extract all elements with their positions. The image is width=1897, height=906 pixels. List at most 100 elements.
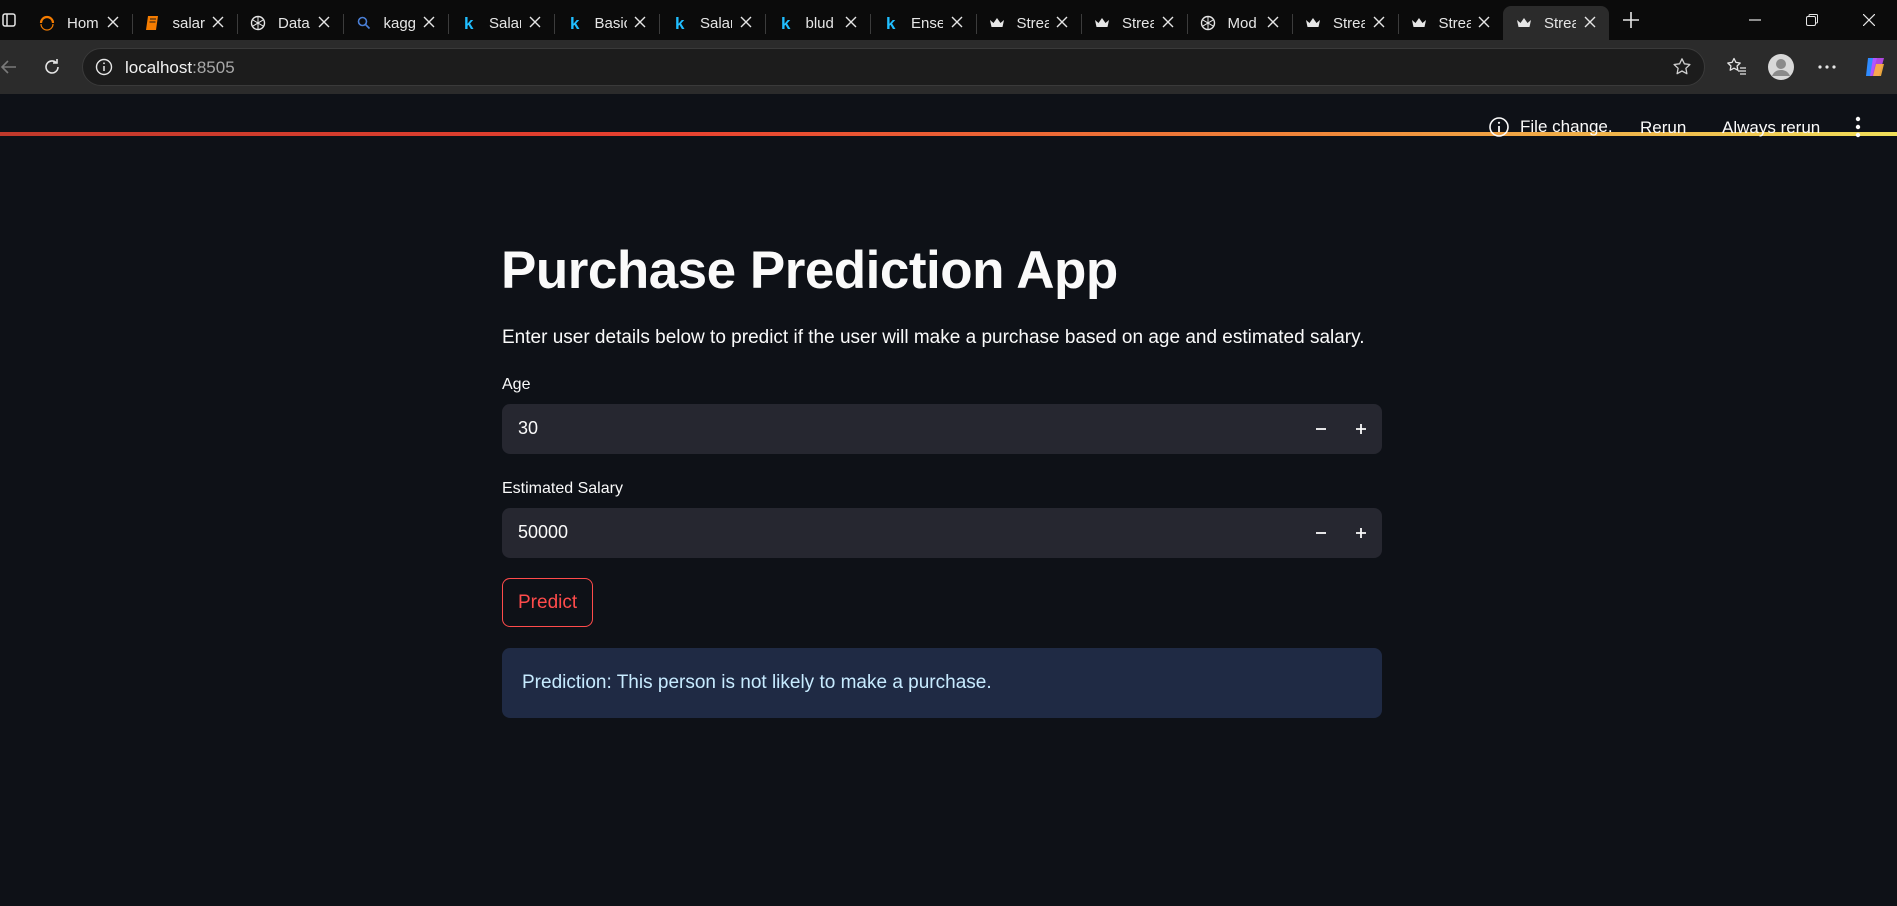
close-icon (1862, 14, 1875, 26)
browser-tab[interactable]: Strea (1503, 6, 1609, 40)
tab-close-icon[interactable] (317, 15, 331, 29)
tab-close-icon[interactable] (1266, 15, 1280, 29)
favorites-button[interactable] (1722, 52, 1752, 82)
tab-close-icon[interactable] (106, 15, 120, 29)
browser-tab[interactable]: k Salar (659, 6, 765, 40)
status-text: File change. (1520, 117, 1613, 136)
prediction-result-text: Prediction: This person is not likely to… (522, 672, 992, 693)
close-window-button[interactable] (1840, 0, 1897, 40)
streamlit-crown-icon (988, 14, 1006, 32)
browser-toolbar: localhost:8505 (0, 40, 1897, 136)
browser-tab[interactable]: Strea (1081, 6, 1187, 40)
minimize-icon (1748, 19, 1761, 21)
restore-button[interactable] (1783, 0, 1840, 40)
tab-close-icon[interactable] (1372, 15, 1386, 29)
browser-tab[interactable]: k Salar (448, 6, 554, 40)
tab-close-icon[interactable] (1161, 15, 1175, 29)
tab-close-icon[interactable] (950, 15, 964, 29)
tab-close-icon[interactable] (528, 15, 542, 29)
tab-actions-button[interactable] (0, 0, 26, 40)
browser-tab[interactable]: Mod (1186, 6, 1293, 40)
plus-icon (1356, 424, 1366, 434)
page-title: Purchase Prediction App (501, 241, 1118, 300)
app-header: File change. Rerun Always rerun (0, 96, 1897, 164)
age-label: Age (502, 376, 531, 393)
browser-tab[interactable]: kagg (342, 6, 449, 40)
salary-value[interactable]: 50000 (518, 522, 568, 543)
orange-ring-icon (38, 14, 56, 32)
kaggle-icon: k (882, 14, 900, 32)
minus-icon (1316, 428, 1326, 430)
salary-decrement-button[interactable] (1305, 518, 1337, 548)
copilot-button[interactable] (1860, 52, 1890, 82)
avatar (1768, 54, 1794, 80)
page-description: Enter user details below to predict if t… (502, 327, 1365, 348)
browser-tab[interactable]: Hom (26, 6, 132, 40)
back-button[interactable] (0, 52, 24, 82)
tab-close-icon[interactable] (422, 15, 436, 29)
address-text[interactable]: localhost:8505 (125, 58, 235, 78)
tab-close-icon[interactable] (1477, 15, 1491, 29)
minus-icon (1316, 532, 1326, 534)
browser-tab[interactable]: Strea (1292, 6, 1398, 40)
tab-close-icon[interactable] (633, 15, 647, 29)
plus-icon (1356, 528, 1366, 538)
back-arrow-icon (0, 60, 16, 74)
browser-tab[interactable]: salar (131, 6, 238, 40)
minimize-button[interactable] (1726, 0, 1783, 40)
browser-tab[interactable]: k Ense (870, 6, 976, 40)
favorites-icon (1727, 57, 1746, 75)
tab-label: Mod (1227, 14, 1257, 32)
age-number-input[interactable]: 30 (502, 404, 1382, 454)
main-menu-icon[interactable] (1848, 115, 1868, 139)
address-host: localhost (125, 58, 193, 77)
tab-close-icon[interactable] (1583, 15, 1597, 29)
settings-more-button[interactable] (1812, 52, 1842, 82)
address-port: :8505 (192, 58, 235, 77)
browser-tab[interactable]: Data (237, 6, 343, 40)
tab-label: Salar (489, 14, 521, 32)
reload-button[interactable] (37, 52, 67, 82)
predict-button[interactable]: Predict (502, 578, 594, 627)
prediction-result-alert: Prediction: This person is not likely to… (502, 648, 1382, 718)
salary-increment-button[interactable] (1345, 518, 1377, 548)
svg-text:k: k (570, 14, 580, 32)
always-rerun-button[interactable]: Always rerun (1722, 118, 1820, 138)
browser-tab[interactable]: Strea (975, 6, 1082, 40)
window-controls (1726, 0, 1897, 40)
tab-label: Basic (594, 14, 627, 32)
tab-label: kagg (383, 14, 416, 32)
tab-close-icon[interactable] (1055, 15, 1069, 29)
streamlit-crown-icon (1410, 14, 1428, 32)
profile-button[interactable] (1766, 52, 1796, 82)
rerun-button[interactable]: Rerun (1640, 118, 1686, 138)
address-bar[interactable]: localhost:8505 (82, 48, 1705, 86)
site-info-icon[interactable] (95, 58, 113, 76)
browser-tab[interactable]: Strea (1397, 6, 1504, 40)
age-value[interactable]: 30 (518, 418, 538, 439)
svg-text:k: k (675, 14, 685, 32)
kaggle-icon: k (566, 14, 584, 32)
browser-tab[interactable]: k blud (764, 6, 871, 40)
age-increment-button[interactable] (1345, 414, 1377, 444)
svg-text:k: k (464, 14, 474, 32)
tab-label: Strea (1544, 14, 1576, 32)
tab-close-icon[interactable] (739, 15, 753, 29)
copilot-icon (1866, 58, 1884, 76)
tab-list: HomsalarDatakaggkSalarkBasickSalarkbludk… (26, 0, 1609, 40)
tab-close-icon[interactable] (844, 15, 858, 29)
tab-label: Ense (911, 14, 943, 32)
tab-actions-icon (2, 13, 16, 27)
browser-tab[interactable]: k Basic (553, 6, 660, 40)
age-decrement-button[interactable] (1305, 414, 1337, 444)
tab-close-icon[interactable] (211, 15, 225, 29)
salary-number-input[interactable]: 50000 (502, 508, 1382, 558)
streamlit-crown-icon (1093, 14, 1111, 32)
tab-label: Strea (1016, 14, 1049, 32)
new-tab-button[interactable] (1611, 0, 1651, 40)
streamlit-crown-icon (1515, 14, 1533, 32)
tab-label: Salar (700, 14, 732, 32)
favorite-star-icon[interactable] (1672, 57, 1692, 77)
more-horizontal-icon (1818, 65, 1836, 69)
tab-label: Hom (67, 14, 99, 32)
